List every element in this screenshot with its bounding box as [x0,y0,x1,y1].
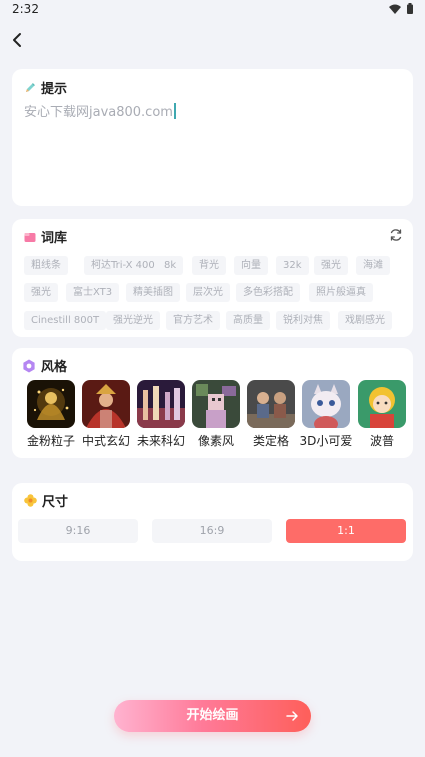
lexicon-tag[interactable]: 柯达Tri-X 400 [84,256,162,275]
size-option-16-9[interactable]: 16:9 [152,519,272,543]
size-header: 尺寸 [24,491,68,510]
pencil-icon [26,82,35,92]
text-cursor [173,102,176,119]
status-bar: 2:32 [0,0,425,22]
style-title: 风格 [41,360,68,375]
status-time: 2:32 [12,2,39,16]
style-label: 中式玄幻 [81,434,130,448]
prompt-card: 提示 安心下载网java800.com [12,69,413,206]
size-option-9-16[interactable]: 9:16 [18,519,138,543]
style-label: 类定格 [252,434,289,448]
style-option-gold-particles[interactable]: 金粉粒子 [27,380,75,448]
style-thumbnail [247,380,295,428]
chevron-left-icon [13,33,21,47]
back-button[interactable] [6,27,28,53]
flower-icon [24,494,37,507]
lexicon-tag[interactable]: 背光 [192,256,226,275]
lexicon-tag[interactable]: 高质量 [226,311,270,330]
status-icons [389,3,413,14]
style-option-pop-art[interactable]: 波普 [358,380,406,448]
lexicon-card: 词库 粗线条 柯达Tri-X 400 8k 背光 向量 32k 强光 海滩 强光… [12,219,413,337]
lexicon-tag[interactable]: 层次光 [186,283,230,302]
lexicon-tag[interactable]: 粗线条 [24,256,68,275]
book-icon [24,232,36,242]
style-card: 风格 金粉粒子 中式玄幻 未来科幻 像素风 类定格 3D小可爱 波普 [12,348,413,458]
lexicon-tag[interactable]: 多色彩搭配 [236,283,300,302]
lexicon-tag[interactable]: 强光逆光 [106,311,160,330]
lexicon-header: 词库 [24,227,67,246]
style-label: 金粉粒子 [26,434,75,448]
lexicon-tag[interactable]: 锐利对焦 [276,311,330,330]
start-drawing-button[interactable]: 开始绘画 [114,700,311,732]
lexicon-tag[interactable]: 强光 [24,283,58,302]
prompt-input-text: 安心下载网java800.com [24,105,173,120]
style-thumbnail [27,380,75,428]
start-drawing-label: 开始绘画 [186,708,239,723]
style-thumbnail [137,380,185,428]
lexicon-tag[interactable]: 向量 [234,256,268,275]
lexicon-title: 词库 [41,231,68,246]
lexicon-tag[interactable]: 强光 [314,256,348,275]
lexicon-tag[interactable]: 精美插图 [126,283,180,302]
style-label: 像素风 [197,434,234,448]
style-header: 风格 [22,356,67,375]
prompt-input[interactable]: 安心下载网java800.com [24,101,176,120]
style-option-future-scifi[interactable]: 未来科幻 [137,380,185,448]
lexicon-tag[interactable]: 海滩 [356,256,390,275]
refresh-icon[interactable] [389,228,403,242]
lexicon-tag[interactable]: 官方艺术 [166,311,220,330]
lexicon-tag[interactable]: 富士XT3 [66,283,120,302]
size-title: 尺寸 [42,495,69,510]
style-thumbnail [82,380,130,428]
style-label: 波普 [369,434,394,448]
style-label: 未来科幻 [136,434,185,448]
style-option-stop-motion[interactable]: 类定格 [247,380,295,448]
size-option-1-1[interactable]: 1:1 [286,519,406,543]
lexicon-tag[interactable]: 8k [157,256,184,275]
lexicon-tag[interactable]: 32k [276,256,309,275]
arrow-right-icon [286,711,298,721]
style-option-3d-cute[interactable]: 3D小可爱 [300,380,352,448]
style-thumbnail [358,380,406,428]
battery-icon [407,3,413,14]
style-label: 3D小可爱 [299,434,353,448]
prompt-title: 提示 [41,82,68,97]
style-option-chinese-fantasy[interactable]: 中式玄幻 [82,380,130,448]
prompt-header: 提示 [24,78,67,97]
style-thumbnail [192,380,240,428]
lexicon-tag[interactable]: Cinestill 800T [24,311,107,330]
style-option-pixel[interactable]: 像素风 [192,380,240,448]
size-card: 尺寸 9:16 16:9 1:1 [12,483,413,561]
hexagon-icon [23,359,35,372]
lexicon-tag[interactable]: 照片般逼真 [309,283,373,302]
wifi-icon [389,4,401,14]
lexicon-tag[interactable]: 戏剧感光 [338,311,392,330]
style-thumbnail [302,380,350,428]
